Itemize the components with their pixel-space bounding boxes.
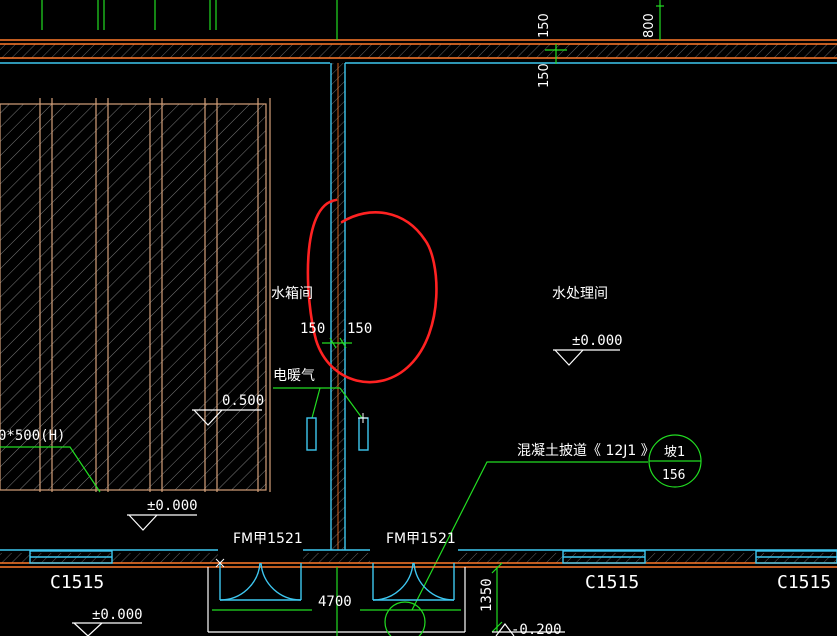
- dim-door-span-4700: 4700: [318, 594, 352, 610]
- dim-top-150-a: 150: [537, 13, 552, 38]
- bottom-wall: [0, 549, 837, 568]
- partition-wall: [330, 63, 346, 550]
- cad-drawing-canvas[interactable]: 150 150 800 水箱间 水处理间 150 150 ±0.000 电暖气 …: [0, 0, 837, 636]
- detail-ref-top: 坡1: [664, 445, 685, 460]
- detail-ref-bottom: 156: [662, 468, 685, 483]
- dim-top-800: 800: [642, 13, 657, 38]
- door-label-left: FM甲1521: [233, 531, 303, 547]
- elevation-tank-floor: ±0.000: [147, 498, 198, 514]
- room-label-water-tank: 水箱间: [271, 286, 313, 302]
- dim-wall-150-left: 150: [300, 321, 325, 337]
- electric-heater-units: [273, 387, 369, 451]
- elevation-marker-tank-floor: [127, 514, 197, 531]
- equipment-label-heater: 电暖气: [273, 368, 315, 384]
- window-label-3: C1515: [777, 572, 831, 593]
- door-label-right: FM甲1521: [386, 531, 456, 547]
- dim-top-150-b: 150: [537, 63, 552, 88]
- red-markup-circle: [306, 198, 438, 384]
- window-label-2: C1515: [585, 572, 639, 593]
- door-right: [372, 562, 455, 601]
- elevation-outside-ground: ±0.000: [92, 607, 143, 623]
- window-label-1: C1515: [50, 572, 104, 593]
- elevation-marker-outside: [72, 622, 142, 636]
- elevation-tank-platform: 0.500: [222, 393, 264, 409]
- ramp-reference-note: 混凝土披道《 12J1 》: [517, 443, 655, 459]
- elevation-marker-treatment: [553, 349, 620, 366]
- elevation-treatment-floor: ±0.000: [572, 333, 623, 349]
- elevation-outside-step: -0.200: [511, 622, 562, 636]
- tank-size-note: 0*500(H): [0, 428, 65, 444]
- door-left: [215, 558, 302, 601]
- room-label-water-treatment: 水处理间: [552, 286, 608, 302]
- dim-sill-1350: 1350: [479, 578, 495, 612]
- dim-wall-150-right: 150: [347, 321, 372, 337]
- top-wall: [0, 39, 837, 64]
